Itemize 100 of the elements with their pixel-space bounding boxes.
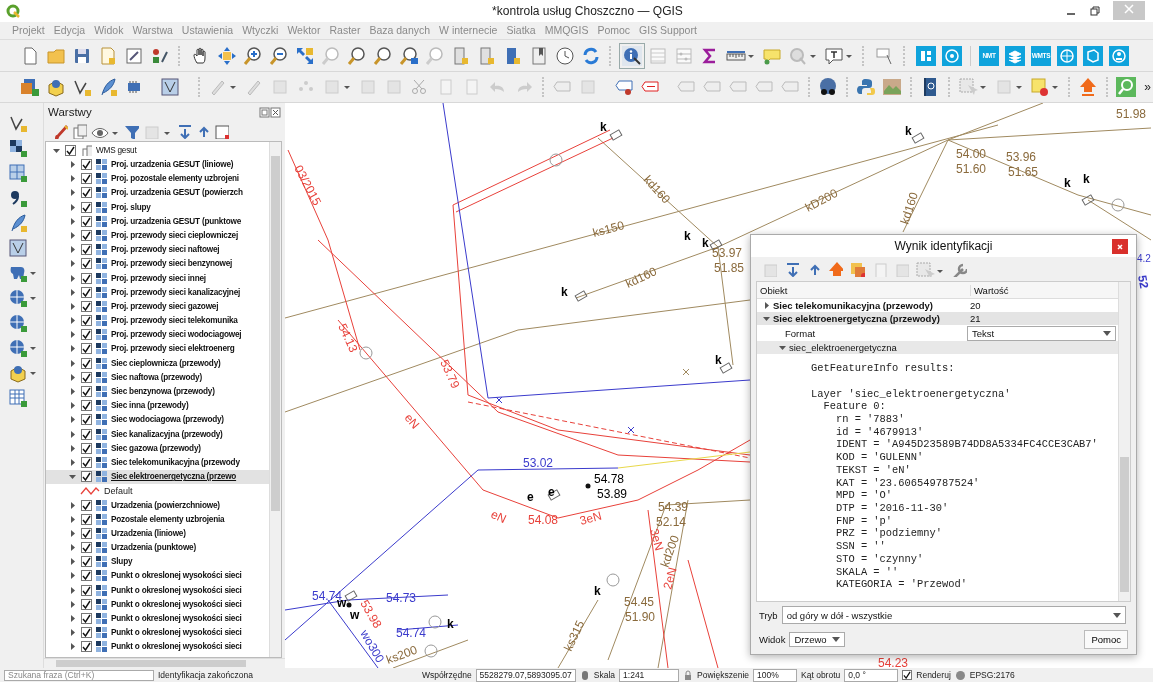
close-icon[interactable] <box>270 106 281 118</box>
layer-name[interactable]: Proj. przewody sieci cieplowniczej <box>111 230 238 240</box>
expand-arrow-icon[interactable] <box>68 188 77 198</box>
scrollbar[interactable] <box>1118 282 1130 602</box>
zoom-icon[interactable] <box>399 45 419 66</box>
checkbox[interactable] <box>81 641 92 653</box>
layer-name[interactable]: Punkt o okreslonej wysokości sieci <box>111 642 242 652</box>
checkbox[interactable] <box>81 527 92 539</box>
expand-arrow-icon[interactable] <box>68 174 77 184</box>
format-dropdown[interactable]: Tekst <box>967 325 1116 341</box>
expand-arrow-icon[interactable] <box>68 344 77 354</box>
layer-name[interactable]: Punkt o okreslonej wysokości sieci <box>111 585 242 595</box>
expand-arrow-icon[interactable] <box>68 599 77 609</box>
checkbox[interactable] <box>81 229 92 241</box>
checkbox[interactable] <box>81 456 92 468</box>
scale-field[interactable]: 1:241 <box>619 668 680 682</box>
layer-name[interactable]: Proj. przewody sieci gazowej <box>111 301 219 311</box>
vertex-box-icon[interactable] <box>8 238 28 259</box>
checkbox[interactable] <box>81 159 92 171</box>
checkbox[interactable] <box>902 670 913 681</box>
feather-icon[interactable] <box>8 213 28 234</box>
checkbox[interactable] <box>81 542 92 554</box>
column-header[interactable]: Wartość <box>971 284 1009 296</box>
expand-arrow-icon[interactable] <box>68 557 77 567</box>
layer-name[interactable]: Proj. urzadzenia GESUT (liniowe) <box>111 160 234 170</box>
checkbox[interactable] <box>81 598 92 610</box>
checkbox[interactable] <box>81 442 92 454</box>
expand-arrow-icon[interactable] <box>68 543 77 553</box>
layers-icon[interactable] <box>1005 45 1025 66</box>
crs-button[interactable]: EPSG:2176 <box>969 670 1015 681</box>
layer-name[interactable]: Proj. przewody sieci elektroenerg <box>111 344 235 354</box>
checkbox[interactable] <box>81 244 92 256</box>
layer-name[interactable]: Siec cieplownicza (przewody) <box>111 358 221 368</box>
collapse-arrow-icon[interactable] <box>779 344 786 352</box>
rotation-field[interactable]: 0,0 ° <box>844 668 899 682</box>
checkbox[interactable] <box>81 343 92 355</box>
zoom-in-icon[interactable] <box>243 45 263 66</box>
layer-name[interactable]: Proj. pozostale elementy uzbrojeni <box>111 174 239 184</box>
expand-arrow-icon[interactable] <box>68 642 77 652</box>
expand-arrow-icon[interactable] <box>68 585 77 595</box>
expand-arrow-icon[interactable] <box>68 372 77 382</box>
layer-name[interactable]: Siec inna (przewody) <box>111 401 189 411</box>
layer-name[interactable]: Siec gazowa (przewody) <box>111 443 201 453</box>
layer-name[interactable]: Siec benzynowa (przewody) <box>111 387 215 397</box>
checkbox[interactable] <box>81 329 92 341</box>
column-header[interactable]: Obiekt <box>757 284 971 296</box>
expand-arrow-icon[interactable] <box>68 316 77 326</box>
layer-name[interactable]: Pozostale elementy uzbrojenia <box>111 514 225 524</box>
expand-arrow-icon[interactable] <box>68 387 77 397</box>
layer-name[interactable]: WMS gesut <box>96 145 137 155</box>
expand-arrow-icon[interactable] <box>68 571 77 581</box>
refresh-icon[interactable] <box>581 45 601 66</box>
filter-icon[interactable] <box>123 123 139 140</box>
stack-icon[interactable] <box>849 261 865 278</box>
checker-icon[interactable] <box>8 138 28 159</box>
expand-arrow-icon[interactable] <box>68 500 77 510</box>
help-button[interactable]: Pomoc <box>1084 630 1128 650</box>
add-layers-icon[interactable] <box>20 77 40 97</box>
checkbox[interactable] <box>81 300 92 312</box>
checkbox[interactable] <box>81 201 92 213</box>
box-icon[interactable] <box>8 363 38 384</box>
remove-icon[interactable] <box>213 123 229 140</box>
scrollbar[interactable] <box>269 142 281 658</box>
layer-name[interactable]: Urzadzenia (powierzchniowe) <box>111 500 220 510</box>
expand-arrow-icon[interactable] <box>763 302 770 310</box>
checkbox[interactable] <box>81 556 92 568</box>
book-icon[interactable] <box>529 45 549 66</box>
lock-icon[interactable] <box>683 669 694 681</box>
checkbox[interactable] <box>81 357 92 369</box>
result-layer-name[interactable]: Siec elektroenergetyczna (przewody) <box>773 313 940 325</box>
checkbox[interactable] <box>81 499 92 511</box>
zoom-full-icon[interactable] <box>295 45 315 66</box>
result-layer-name[interactable]: Siec telekomunikacyjna (przewody) <box>773 300 933 312</box>
clock-icon[interactable] <box>555 45 575 66</box>
expand-arrow-icon[interactable] <box>68 216 77 226</box>
magnifier-field[interactable]: 100% <box>753 668 798 682</box>
layer-name[interactable]: Proj. przewody sieci naftowej <box>111 245 220 255</box>
expand-arrow-icon[interactable] <box>68 202 77 212</box>
image-icon[interactable] <box>882 77 903 97</box>
mode-dropdown[interactable]: od góry w dół - wszystkie <box>781 606 1126 625</box>
collapse-arrow-icon[interactable] <box>763 315 770 323</box>
restore-icon[interactable] <box>1089 4 1101 17</box>
square-icon[interactable] <box>1030 77 1061 97</box>
layer-name[interactable]: Proj. przewody sieci benzynowej <box>111 259 233 269</box>
table-icon[interactable] <box>8 388 28 409</box>
expand-arrow-icon[interactable] <box>68 273 77 283</box>
checkbox[interactable] <box>81 513 92 525</box>
python-icon[interactable] <box>856 77 877 97</box>
expand-arrow-icon[interactable] <box>68 628 77 638</box>
checkbox[interactable] <box>81 400 92 412</box>
box-icon[interactable] <box>46 77 66 97</box>
checkbox[interactable] <box>81 471 92 483</box>
layer-name[interactable]: Siec telekomunikacyjna (przewody <box>111 457 240 467</box>
checkbox[interactable] <box>81 215 92 227</box>
zoom-icon[interactable] <box>373 45 393 66</box>
checkbox[interactable] <box>81 428 92 440</box>
feather-icon[interactable] <box>98 77 118 97</box>
checkbox[interactable] <box>81 627 92 639</box>
mouse-icon[interactable] <box>579 669 590 681</box>
vertex-box-icon[interactable] <box>160 77 180 97</box>
